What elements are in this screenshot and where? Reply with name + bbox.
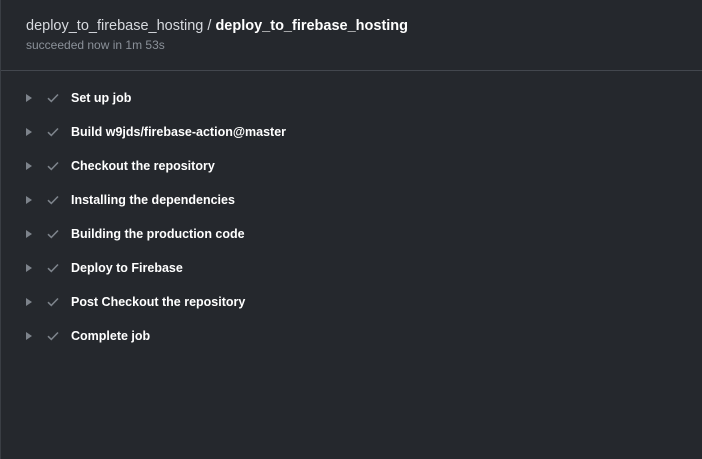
step-row[interactable]: Deploy to Firebase bbox=[1, 251, 702, 285]
check-icon bbox=[46, 125, 60, 139]
job-header: deploy_to_firebase_hosting / deploy_to_f… bbox=[1, 0, 702, 71]
check-icon bbox=[46, 295, 60, 309]
check-icon bbox=[46, 261, 60, 275]
job-name: deploy_to_firebase_hosting bbox=[215, 18, 409, 34]
caret-right-icon[interactable] bbox=[26, 264, 32, 272]
caret-right-icon[interactable] bbox=[26, 94, 32, 102]
caret-right-icon[interactable] bbox=[26, 162, 32, 170]
step-label: Checkout the repository bbox=[71, 159, 215, 173]
job-log-panel: deploy_to_firebase_hosting / deploy_to_f… bbox=[0, 0, 702, 459]
caret-right-icon[interactable] bbox=[26, 332, 32, 340]
step-label: Build w9jds/firebase-action@master bbox=[71, 125, 287, 139]
step-label: Post Checkout the repository bbox=[71, 295, 246, 309]
step-label: Installing the dependencies bbox=[71, 193, 235, 207]
step-row[interactable]: Installing the dependencies bbox=[1, 183, 702, 217]
job-title: deploy_to_firebase_hosting / deploy_to_f… bbox=[26, 18, 702, 35]
caret-right-icon[interactable] bbox=[26, 196, 32, 204]
check-icon bbox=[46, 329, 60, 343]
check-icon bbox=[46, 193, 60, 207]
workflow-name: deploy_to_firebase_hosting bbox=[26, 18, 204, 34]
step-row[interactable]: Build w9jds/firebase-action@master bbox=[1, 115, 702, 149]
caret-right-icon[interactable] bbox=[26, 230, 32, 238]
step-label: Complete job bbox=[71, 329, 151, 343]
step-list: Set up job Build w9jds/firebase-action@m… bbox=[1, 81, 702, 353]
check-icon bbox=[46, 159, 60, 173]
check-icon bbox=[46, 227, 60, 241]
step-label: Deploy to Firebase bbox=[71, 261, 183, 275]
step-row[interactable]: Complete job bbox=[1, 319, 702, 353]
title-separator: / bbox=[207, 18, 212, 34]
step-label: Building the production code bbox=[71, 227, 245, 241]
job-status-text: succeeded now in 1m 53s bbox=[26, 38, 165, 52]
caret-right-icon[interactable] bbox=[26, 128, 32, 136]
step-row[interactable]: Set up job bbox=[1, 81, 702, 115]
step-row[interactable]: Checkout the repository bbox=[1, 149, 702, 183]
caret-right-icon[interactable] bbox=[26, 298, 32, 306]
step-row[interactable]: Building the production code bbox=[1, 217, 702, 251]
check-icon bbox=[46, 91, 60, 105]
step-row[interactable]: Post Checkout the repository bbox=[1, 285, 702, 319]
step-label: Set up job bbox=[71, 91, 132, 105]
